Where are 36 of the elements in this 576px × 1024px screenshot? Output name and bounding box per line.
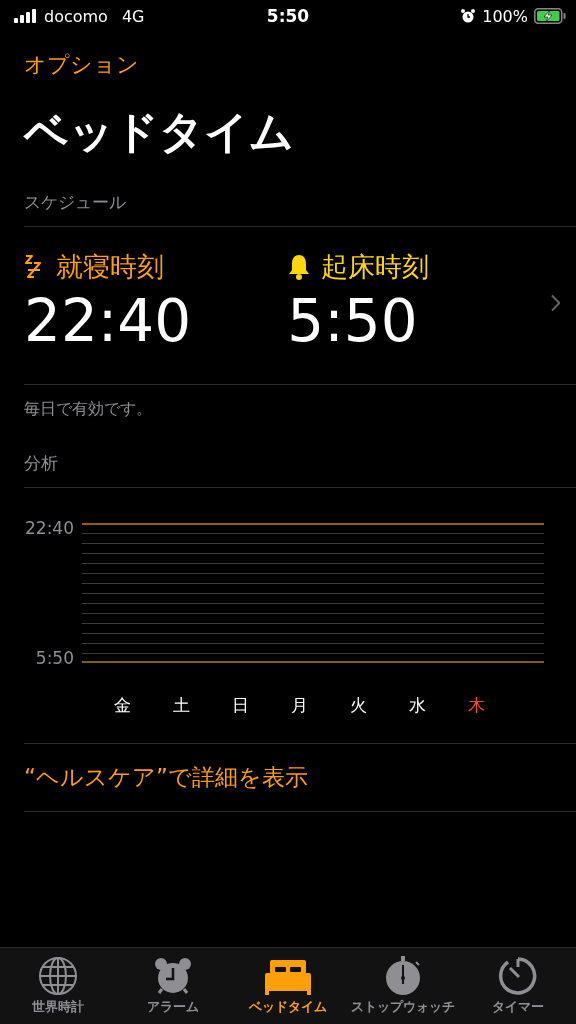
day-label: 金 [114,694,132,718]
day-label: 月 [291,694,309,718]
alarm-clock-icon [460,8,477,24]
axis-label: 5:50 [35,648,74,669]
page-title: ベッドタイム [24,106,294,159]
day-label: 火 [350,694,368,718]
back-link[interactable]: オプション [24,50,139,80]
alarm-clock-icon [152,956,193,996]
schedule-note: 毎日で有効です。 [24,399,153,421]
status-time: 5:50 [266,6,310,26]
schedule-time: 22:40 [24,286,193,357]
day-label: 土 [173,694,191,718]
schedule-label: 就寝時刻 [56,249,164,284]
tab[interactable]: 世界時計 [0,948,116,1024]
day-label: 木 [468,694,486,718]
network-type: 4G [121,6,145,26]
battery-percent: 100% [482,6,528,26]
schedule-label: 起床時刻 [321,249,430,284]
day-label: 水 [409,694,427,718]
tab[interactable]: アラーム [115,948,231,1024]
tab[interactable]: ストップウォッチ [345,948,461,1024]
schedule-row[interactable]: 就寝時刻 22:40 起床時刻 5:50 [24,226,576,386]
schedule-time: 5:50 [287,286,419,357]
section-header: 分析 [24,452,576,489]
tab[interactable]: ベッドタイム [230,948,346,1024]
section-header: スケジュール [24,190,576,227]
carrier-name: docomo [44,6,108,26]
health-link[interactable]: “ヘルスケア”で詳細を表示 [0,744,332,812]
tab[interactable]: タイマー [460,948,576,1024]
timer-icon [498,956,539,996]
chevron-icon [550,293,560,312]
globe-icon [37,956,78,996]
bell-icon [287,252,312,281]
day-label: 日 [232,694,250,718]
signal-icon [14,9,38,23]
axis-label: 22:40 [25,518,74,539]
